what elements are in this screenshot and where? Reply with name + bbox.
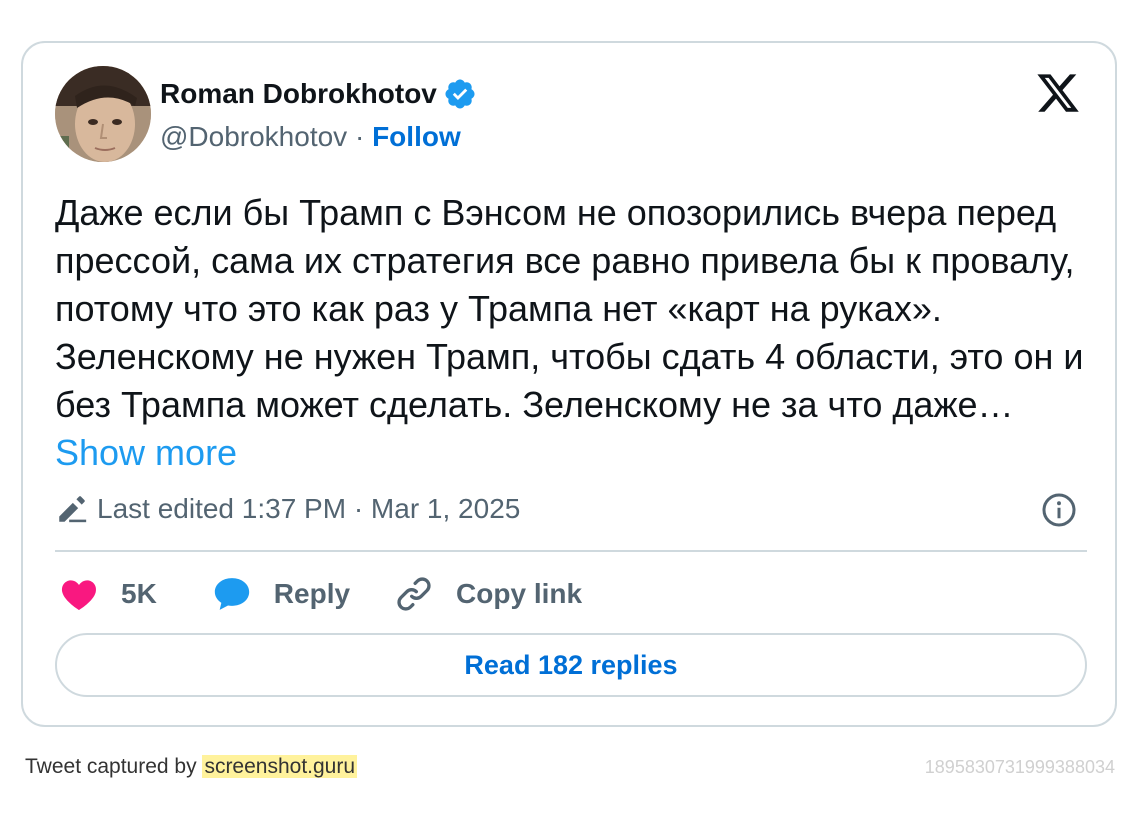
edited-row[interactable]: Last edited 1:37 PM · Mar 1, 2025 [55,491,520,527]
pencil-icon [59,496,87,523]
show-more-link[interactable]: Show more [55,432,237,473]
link-icon [397,577,431,611]
tweet-card: Roman Dobrokhotov @Dobrokhotov · Follow … [21,41,1117,727]
like-count: 5K [121,578,157,609]
copy-link-button[interactable]: Copy link [394,574,582,614]
heart-icon [61,580,97,610]
tweet-id: 1895830731999388034 [924,757,1115,777]
follow-button[interactable]: Follow [372,121,461,152]
reply-label: Reply [273,578,351,609]
divider [55,550,1087,552]
copy-link-label: Copy link [456,578,583,609]
tweet-text: Даже если бы Трамп с Вэнсом не опозорили… [55,189,1095,477]
verified-badge-icon [445,79,475,109]
author-name-row: Roman Dobrokhotov [160,76,477,112]
capture-credit-text: Tweet captured by [25,755,203,778]
avatar[interactable] [55,66,151,162]
like-button[interactable]: 5K [59,574,157,614]
handle-separator: · [347,121,373,152]
capture-credit: Tweet captured by screenshot.guru [25,754,358,780]
action-bar: 5K Reply Copy link [59,573,582,615]
speech-bubble-icon [214,578,249,610]
tweet-body: Даже если бы Трамп с Вэнсом не опозорили… [55,192,1094,425]
author-handle[interactable]: @Dobrokhotov [160,121,347,152]
x-logo-icon[interactable] [1035,70,1081,116]
info-icon[interactable] [1041,492,1077,528]
author-name[interactable]: Roman Dobrokhotov [160,76,437,112]
author-handle-row: @Dobrokhotov · Follow [160,119,461,155]
edited-timestamp: Last edited 1:37 PM · Mar 1, 2025 [97,493,521,524]
reply-button[interactable]: Reply [212,574,350,614]
capture-site-link[interactable]: screenshot.guru [202,755,358,778]
read-replies-button[interactable]: Read 182 replies [55,633,1087,697]
